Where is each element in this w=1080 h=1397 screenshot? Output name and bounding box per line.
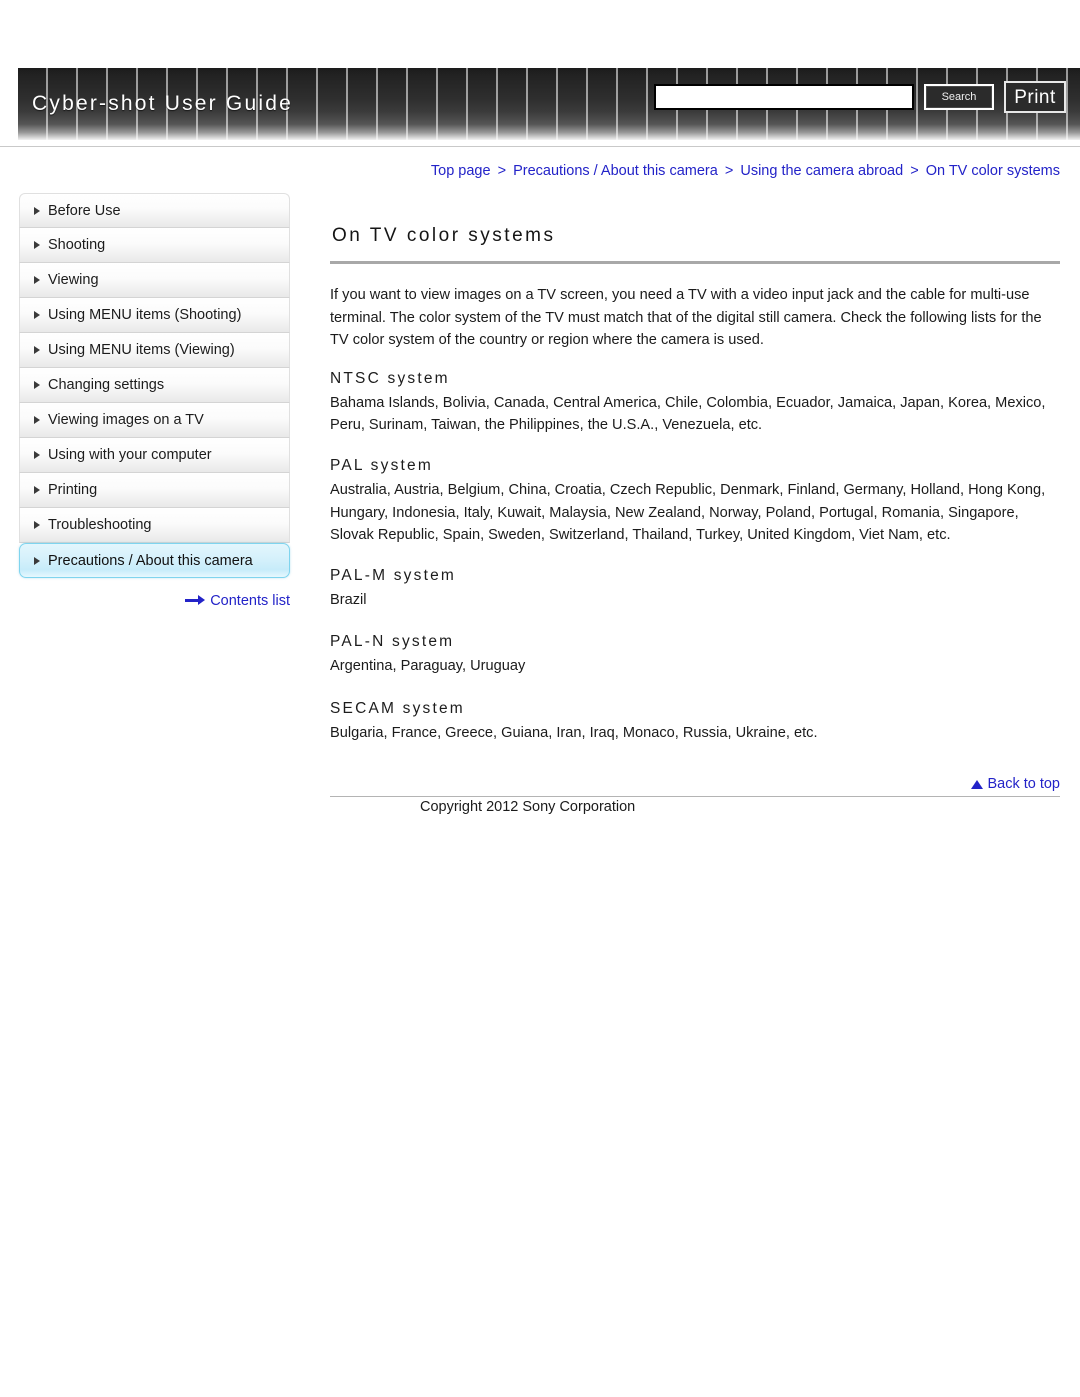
sidebar-item-label: Using with your computer <box>48 447 212 463</box>
header-divider <box>0 146 1080 147</box>
header-banner: Cyber-shot User Guide Search Print <box>18 68 1080 140</box>
sidebar-item-using-menu-items-viewing[interactable]: Using MENU items (Viewing) <box>19 333 290 368</box>
breadcrumb-item-precautions[interactable]: Precautions / About this camera <box>513 163 718 179</box>
back-to-top-link[interactable]: Back to top <box>330 776 1060 792</box>
triangle-right-icon <box>34 311 40 319</box>
site-header: Cyber-shot User Guide Search Print <box>0 0 1080 148</box>
sidebar-item-using-menu-items-shooting[interactable]: Using MENU items (Shooting) <box>19 298 290 333</box>
section-heading-pal-n: PAL-N system <box>330 633 455 651</box>
triangle-right-icon <box>34 556 40 565</box>
breadcrumb: Top page > Precautions / About this came… <box>330 163 1060 179</box>
page-title: On TV color systems <box>332 225 556 246</box>
sidebar-item-viewing-images-on-a-tv[interactable]: Viewing images on a TV <box>19 403 290 438</box>
sidebar-item-before-use[interactable]: Before Use <box>19 193 290 228</box>
intro-paragraph: If you want to view images on a TV scree… <box>330 287 1042 349</box>
back-to-top-label: Back to top <box>987 776 1060 792</box>
triangle-right-icon <box>34 346 40 354</box>
site-title: Cyber-shot User Guide <box>32 92 293 115</box>
sidebar-item-shooting[interactable]: Shooting <box>19 228 290 263</box>
sidebar-item-label: Viewing images on a TV <box>48 412 204 428</box>
section-body-secam: Bulgaria, France, Greece, Guiana, Iran, … <box>330 725 818 742</box>
section-heading-secam: SECAM system <box>330 700 465 718</box>
breadcrumb-item-top-page[interactable]: Top page <box>431 163 491 179</box>
sidebar-item-label: Precautions / About this camera <box>48 553 253 569</box>
triangle-right-icon <box>34 451 40 459</box>
sidebar-item-label: Troubleshooting <box>48 517 152 533</box>
section-body-pal-n: Argentina, Paraguay, Uruguay <box>330 658 526 675</box>
breadcrumb-item-current: On TV color systems <box>925 163 1060 179</box>
search-input[interactable] <box>654 84 914 110</box>
sidebar-item-label: Shooting <box>48 237 106 253</box>
triangle-right-icon <box>34 206 40 215</box>
breadcrumb-separator: > <box>724 163 734 179</box>
breadcrumb-separator: > <box>497 163 507 179</box>
triangle-right-icon <box>34 486 40 494</box>
breadcrumb-item-using-camera-abroad[interactable]: Using the camera abroad <box>740 163 903 179</box>
breadcrumb-separator: > <box>910 163 919 179</box>
section-heading-pal: PAL system <box>330 457 433 475</box>
sidebar-item-label: Using MENU items (Viewing) <box>48 342 235 358</box>
title-divider <box>330 261 1060 264</box>
triangle-right-icon <box>34 276 40 284</box>
triangle-right-icon <box>34 521 40 529</box>
search-button[interactable]: Search <box>924 84 994 110</box>
sidebar-item-precautions-about-this-camera[interactable]: Precautions / About this camera <box>19 543 290 578</box>
triangle-right-icon <box>34 416 40 424</box>
section-body-ntsc: Bahama Islands, Bolivia, Canada, Central… <box>330 394 1046 434</box>
sidebar-item-label: Before Use <box>48 203 121 219</box>
sidebar-item-troubleshooting[interactable]: Troubleshooting <box>19 508 290 543</box>
sidebar-item-label: Viewing <box>48 272 99 288</box>
copyright-text: Copyright 2012 Sony Corporation <box>420 799 636 815</box>
section-heading-pal-m: PAL-M system <box>330 566 457 584</box>
sidebar-item-using-with-your-computer[interactable]: Using with your computer <box>19 438 290 473</box>
sidebar-nav: Before Use Shooting Viewing Using MENU i… <box>19 193 290 578</box>
triangle-up-icon <box>971 780 984 789</box>
footer-divider <box>330 796 1060 797</box>
header-tools: Search Print <box>654 81 1066 113</box>
sidebar-item-changing-settings[interactable]: Changing settings <box>19 368 290 403</box>
contents-list-label: Contents list <box>210 593 290 609</box>
sidebar-item-label: Changing settings <box>48 377 165 393</box>
sidebar-item-viewing[interactable]: Viewing <box>19 263 290 298</box>
main-content: On TV color systems If you want to view … <box>330 225 1060 767</box>
print-button[interactable]: Print <box>1004 81 1066 113</box>
contents-list-link[interactable]: Contents list <box>19 593 290 609</box>
sidebar-item-printing[interactable]: Printing <box>19 473 290 508</box>
arrow-right-icon <box>185 592 206 608</box>
triangle-right-icon <box>34 241 40 249</box>
section-body-pal: Australia, Austria, Belgium, China, Croa… <box>330 482 1046 544</box>
sidebar-item-label: Printing <box>48 482 98 498</box>
triangle-right-icon <box>34 381 40 389</box>
section-body-pal-m: Brazil <box>330 591 367 608</box>
sidebar-item-label: Using MENU items (Shooting) <box>48 307 242 323</box>
section-heading-ntsc: NTSC system <box>330 369 450 387</box>
